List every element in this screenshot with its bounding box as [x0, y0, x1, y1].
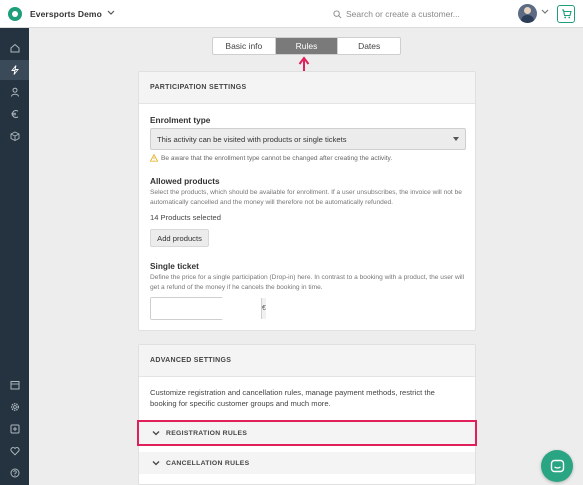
sidebar-item-calendar[interactable]	[0, 375, 29, 395]
tab-bar: Basic info Rules Dates	[212, 37, 401, 55]
eversports-logo-icon	[8, 6, 22, 21]
lightning-icon	[10, 65, 19, 75]
advanced-settings-card: ADVANCED SETTINGS Customize registration…	[138, 344, 476, 485]
home-icon	[10, 43, 19, 53]
allowed-products-description: Select the products, which should be ava…	[150, 189, 462, 206]
cart-icon[interactable]	[557, 5, 575, 23]
sidebar-item-activities[interactable]	[0, 60, 29, 80]
warning-icon	[150, 154, 158, 162]
single-ticket-price-field: €	[150, 297, 266, 320]
brand-switcher[interactable]: Eversports Demo	[8, 6, 115, 21]
sidebar-item-add[interactable]	[0, 419, 29, 439]
sidebar	[0, 28, 29, 485]
enrolment-warning: Be aware that the enrollment type cannot…	[150, 154, 392, 162]
enrolment-type-select[interactable]: This activity can be visited with produc…	[150, 128, 466, 150]
box-icon	[10, 131, 19, 141]
search-icon	[333, 9, 342, 18]
euro-icon	[11, 110, 18, 118]
tab-dates[interactable]: Dates	[338, 38, 400, 54]
calendar-icon	[10, 381, 19, 390]
enrolment-type-value: This activity can be visited with produc…	[157, 134, 347, 144]
cancellation-rules-toggle[interactable]: CANCELLATION RULES	[139, 452, 475, 474]
avatar[interactable]	[518, 4, 537, 23]
participation-settings-card: PARTICIPATION SETTINGS Enrolment type Th…	[138, 71, 476, 331]
sidebar-item-customers[interactable]	[0, 82, 29, 102]
plus-square-icon	[10, 424, 19, 434]
currency-symbol: €	[261, 298, 266, 319]
brand-name: Eversports Demo	[30, 8, 102, 19]
gear-icon	[10, 403, 19, 411]
top-bar: Eversports Demo	[0, 0, 583, 28]
sidebar-item-settings[interactable]	[0, 397, 29, 417]
card-title: ADVANCED SETTINGS	[139, 345, 475, 377]
products-selected-count: 14 Products selected	[150, 213, 221, 222]
sidebar-item-favorites[interactable]	[0, 441, 29, 461]
person-icon	[10, 87, 19, 97]
warning-text: Be aware that the enrollment type cannot…	[161, 154, 393, 162]
customer-search	[333, 0, 496, 28]
sidebar-item-help[interactable]	[0, 463, 29, 483]
chat-icon	[550, 459, 564, 472]
registration-rules-label: REGISTRATION RULES	[166, 429, 248, 437]
caret-down-icon	[453, 137, 459, 141]
chevron-down-icon	[107, 9, 115, 18]
allowed-products-label: Allowed products	[150, 176, 220, 186]
chevron-down-icon	[152, 461, 160, 466]
heart-icon	[9, 447, 20, 456]
search-input[interactable]	[346, 9, 496, 19]
chevron-down-icon[interactable]	[541, 8, 549, 17]
enrolment-type-label: Enrolment type	[150, 115, 211, 125]
card-title: PARTICIPATION SETTINGS	[139, 72, 475, 104]
chevron-down-icon	[152, 431, 160, 436]
help-icon	[10, 468, 19, 478]
tab-basic-info[interactable]: Basic info	[213, 38, 276, 54]
single-ticket-label: Single ticket	[150, 261, 199, 271]
sidebar-item-home[interactable]	[0, 38, 29, 58]
chat-button[interactable]	[541, 450, 573, 482]
add-products-button[interactable]: Add products	[150, 229, 209, 247]
cancellation-rules-label: CANCELLATION RULES	[166, 459, 250, 467]
single-ticket-description: Define the price for a single participat…	[150, 274, 465, 291]
sidebar-item-products[interactable]	[0, 126, 29, 146]
advanced-settings-description: Customize registration and cancellation …	[150, 388, 435, 408]
sidebar-item-finance[interactable]	[0, 104, 29, 124]
price-input[interactable]	[151, 298, 261, 319]
registration-rules-toggle[interactable]: REGISTRATION RULES	[139, 422, 475, 444]
tab-rules[interactable]: Rules	[275, 38, 339, 54]
